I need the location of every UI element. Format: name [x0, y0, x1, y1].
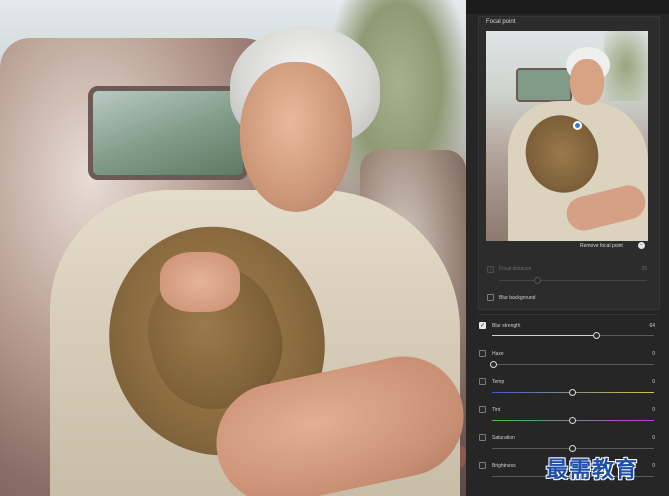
blur-strength-knob[interactable] [593, 332, 600, 339]
tint-checkbox[interactable] [479, 406, 486, 413]
brightness-checkbox[interactable] [479, 462, 486, 469]
focal-distance-track[interactable] [499, 280, 647, 281]
blur-background-label: Blur background [499, 295, 536, 301]
focal-distance-knob[interactable] [534, 277, 541, 284]
temp-knob[interactable] [569, 389, 576, 396]
section-divider [478, 314, 658, 315]
haze-knob[interactable] [490, 361, 497, 368]
focal-distance-value: 25 [641, 266, 647, 272]
photo-subject-hand [160, 252, 240, 312]
minus-circle-icon[interactable]: − [638, 242, 645, 249]
photo-canvas[interactable] [0, 0, 466, 496]
focal-distance-checkbox[interactable] [487, 266, 494, 273]
tint-label: Tint [492, 407, 501, 413]
focal-point-preview[interactable] [486, 31, 648, 241]
saturation-knob[interactable] [569, 445, 576, 452]
blur-strength-value: 64 [649, 323, 655, 329]
blur-background-checkbox[interactable] [487, 294, 494, 301]
preview-trees [604, 31, 648, 101]
tint-value: 0 [652, 407, 655, 413]
panel-header-strip [466, 0, 669, 14]
haze-track[interactable] [492, 364, 654, 365]
tint-knob[interactable] [569, 417, 576, 424]
blur-strength-fill [492, 335, 596, 336]
focal-point-marker[interactable] [573, 121, 582, 130]
focal-point-title: Focal point [486, 19, 516, 25]
preview-truck-window [516, 68, 572, 102]
haze-label: Haze [492, 351, 504, 357]
temp-checkbox[interactable] [479, 378, 486, 385]
photo-subject-face [240, 62, 352, 212]
preview-subject-face [570, 59, 604, 105]
blur-strength-label: Blur strength [492, 323, 521, 329]
temp-value: 0 [652, 379, 655, 385]
focal-distance-label: Focal distance [499, 266, 532, 272]
haze-checkbox[interactable] [479, 350, 486, 357]
saturation-value: 0 [652, 435, 655, 441]
saturation-checkbox[interactable] [479, 434, 486, 441]
haze-value: 0 [652, 351, 655, 357]
watermark-logo: 最需教育 [546, 458, 639, 483]
blur-strength-checkbox[interactable]: ✓ [479, 322, 486, 329]
saturation-label: Saturation [492, 435, 515, 441]
remove-focal-point-link[interactable]: Remove focal point [580, 243, 623, 249]
photo-truck-window [88, 86, 248, 180]
brightness-label: Brightness [492, 463, 516, 469]
temp-label: Temp [492, 379, 505, 385]
